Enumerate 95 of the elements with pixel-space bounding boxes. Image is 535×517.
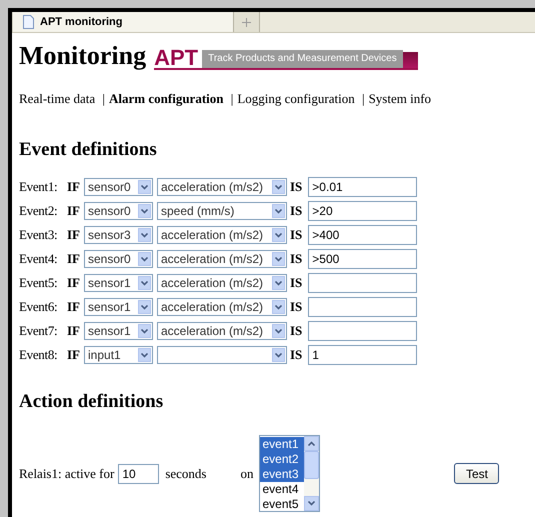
caret-icon <box>272 252 285 266</box>
quantity-dropdown[interactable]: acceleration (m/s2) <box>157 322 287 340</box>
logo-mark: APT <box>154 48 198 68</box>
caret-icon <box>138 204 151 218</box>
caret-icon <box>272 204 285 218</box>
caret-icon <box>138 252 151 266</box>
source-dropdown[interactable]: sensor1 <box>84 322 153 340</box>
source-dropdown[interactable]: sensor1 <box>84 298 153 316</box>
condition-field[interactable] <box>308 297 418 317</box>
event-label: Event7: <box>19 323 58 339</box>
keyword: IS <box>290 251 302 267</box>
nav-link[interactable]: Logging configuration <box>237 91 355 106</box>
listbox-option[interactable]: event2 <box>260 452 304 467</box>
condition-field[interactable]: >0.01 <box>308 177 418 197</box>
scroll-down-icon[interactable] <box>308 501 316 506</box>
caret-icon <box>272 228 285 242</box>
caret-icon <box>138 228 151 242</box>
section-heading: Action definitions <box>19 391 164 413</box>
caret-icon <box>272 276 285 290</box>
source-dropdown[interactable]: input1 <box>84 346 153 364</box>
nav-separator: | <box>230 91 234 106</box>
keyword: IS <box>290 227 302 243</box>
nav-separator: | <box>102 91 106 106</box>
caret-icon <box>272 180 285 194</box>
condition-field[interactable]: >500 <box>308 249 418 269</box>
condition-field[interactable] <box>308 273 418 293</box>
quantity-dropdown[interactable]: speed (mm/s) <box>157 202 287 220</box>
quantity-dropdown[interactable]: acceleration (m/s2) <box>157 226 287 244</box>
caret-icon <box>272 348 285 362</box>
source-dropdown[interactable]: sensor0 <box>84 250 153 268</box>
event-label: Event5: <box>19 275 58 291</box>
quantity-dropdown[interactable]: acceleration (m/s2) <box>157 250 287 268</box>
keyword: IS <box>290 347 302 363</box>
listbox-option[interactable]: event4 <box>260 482 304 497</box>
quantity-dropdown[interactable] <box>157 346 287 364</box>
caret-icon <box>138 348 151 362</box>
keyword: IS <box>290 275 302 291</box>
page-title: Monitoring <box>19 41 146 71</box>
caret-icon <box>138 180 151 194</box>
nav-link[interactable]: System info <box>368 91 432 106</box>
duration-field[interactable]: 10 <box>118 464 160 484</box>
nav-link[interactable]: Alarm configuration <box>109 91 224 106</box>
nav-separator: | <box>362 91 365 106</box>
condition-field[interactable]: >400 <box>308 225 418 245</box>
event-label: Event2: <box>19 203 58 219</box>
listbox-option[interactable]: event3 <box>260 467 304 482</box>
unit-label: seconds <box>165 466 206 482</box>
source-dropdown[interactable]: sensor0 <box>84 178 153 196</box>
keyword: IS <box>290 299 302 315</box>
source-dropdown[interactable]: sensor0 <box>84 202 153 220</box>
quantity-dropdown[interactable]: acceleration (m/s2) <box>157 298 287 316</box>
scroll-up-icon[interactable] <box>308 441 316 446</box>
event-label: Event1: <box>19 179 58 195</box>
keyword: IS <box>290 179 302 195</box>
quantity-dropdown[interactable]: acceleration (m/s2) <box>157 274 287 292</box>
keyword: IS <box>290 203 302 219</box>
keyword: IF <box>67 203 80 219</box>
event-label: Event6: <box>19 299 58 315</box>
listbox-option[interactable]: event5 <box>260 497 304 512</box>
on-label: on <box>240 466 254 482</box>
condition-field[interactable]: >20 <box>308 201 418 221</box>
event-label: Event4: <box>19 251 58 267</box>
logo-square-icon <box>403 52 418 68</box>
quantity-dropdown[interactable]: acceleration (m/s2) <box>157 178 287 196</box>
test-button[interactable]: Test <box>454 463 500 484</box>
plus-icon <box>242 18 251 26</box>
document-icon <box>23 15 34 29</box>
event-label: Event8: <box>19 347 58 363</box>
listbox-option[interactable]: event1 <box>260 437 304 452</box>
condition-field[interactable]: 1 <box>308 345 418 365</box>
keyword: IF <box>67 179 80 195</box>
caret-icon <box>272 324 285 338</box>
keyword: IS <box>290 323 302 339</box>
caret-icon <box>138 300 151 314</box>
keyword: IF <box>67 299 80 315</box>
relais-label: Relais1: active for <box>19 466 114 482</box>
logo-tagline: Track Products and Measurement Devices <box>202 50 404 68</box>
caret-icon <box>138 324 151 338</box>
new-tab-button[interactable] <box>234 12 260 32</box>
browser-tab[interactable]: APT monitoring <box>12 12 234 32</box>
event-label: Event3: <box>19 227 58 243</box>
condition-field[interactable] <box>308 321 418 341</box>
keyword: IF <box>67 227 80 243</box>
keyword: IF <box>67 275 80 291</box>
nav-link[interactable]: Real-time data <box>19 91 96 106</box>
caret-icon <box>138 276 151 290</box>
keyword: IF <box>67 323 80 339</box>
caret-icon <box>272 300 285 314</box>
keyword: IF <box>67 347 80 363</box>
scrollbar[interactable] <box>304 436 320 511</box>
source-dropdown[interactable]: sensor1 <box>84 274 153 292</box>
section-heading: Event definitions <box>19 139 158 161</box>
event-listbox[interactable]: event1 event2 event3 event4 event5 <box>259 435 320 512</box>
source-dropdown[interactable]: sensor3 <box>84 226 153 244</box>
keyword: IF <box>67 251 80 267</box>
